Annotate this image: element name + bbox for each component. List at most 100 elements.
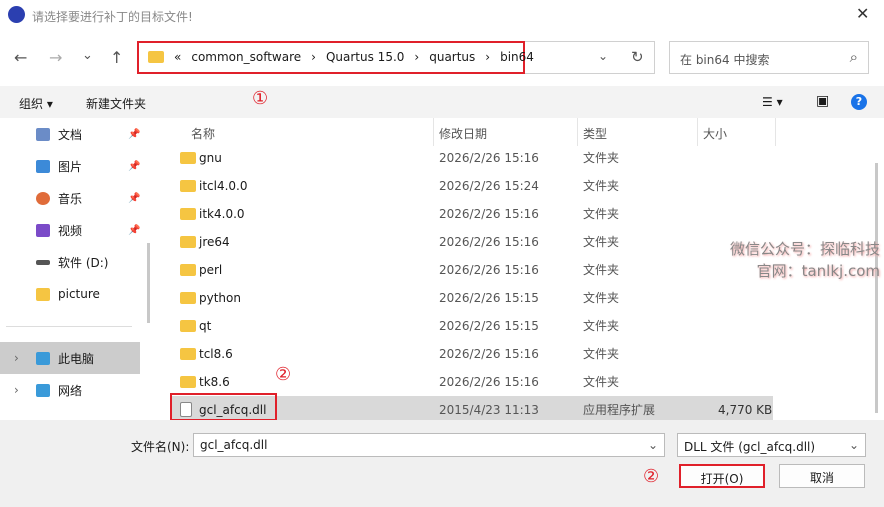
- file-type: 文件夹: [583, 375, 620, 389]
- file-type: 文件夹: [583, 151, 620, 165]
- column-header-name[interactable]: 名称: [191, 125, 215, 142]
- breadcrumb: « common_software › Quartus 15.0 › quart…: [148, 50, 534, 64]
- folder-icon: [148, 51, 164, 63]
- view-menu-button[interactable]: ☰ ▾: [762, 95, 783, 109]
- file-date: 2015/4/23 11:13: [439, 402, 539, 417]
- preview-pane-button[interactable]: ▣: [816, 93, 829, 109]
- file-type: 文件夹: [583, 291, 620, 305]
- sidebar-label: 软件 (D:): [58, 255, 109, 270]
- file-highlight: [170, 393, 277, 421]
- sidebar-item-pictures[interactable]: 图片 📌: [0, 150, 140, 182]
- sidebar-label: picture: [58, 287, 100, 301]
- file-name: tk8.6: [199, 374, 230, 389]
- crumb-bin64[interactable]: bin64: [500, 50, 534, 64]
- file-row[interactable]: qt 2026/2/26 15:15 文件夹: [170, 312, 773, 339]
- sidebar-item-network[interactable]: › 网络: [0, 374, 140, 406]
- sidebar-label: 音乐: [58, 191, 83, 206]
- crumb-overflow[interactable]: «: [174, 50, 181, 64]
- close-button[interactable]: ✕: [856, 4, 869, 23]
- cancel-button[interactable]: 取消: [779, 464, 865, 488]
- file-row[interactable]: tk8.6 2026/2/26 15:16 文件夹: [170, 368, 773, 395]
- folder-icon: [36, 287, 50, 301]
- file-date: 2026/2/26 15:16: [439, 234, 539, 249]
- navigation-pane: 文档 📌 图片 📌 音乐 📌 视频 📌 软件 (D:) picture › 此电脑 › 网络: [0, 118, 157, 420]
- annotation-3: ②: [643, 466, 660, 487]
- file-row[interactable]: jre64 2026/2/26 15:16 文件夹: [170, 228, 773, 255]
- column-header-date[interactable]: 修改日期: [439, 125, 487, 142]
- pin-icon: 📌: [128, 192, 141, 204]
- crumb-common-software[interactable]: common_software: [191, 50, 301, 64]
- dialog-footer: 文件名(N): gcl_afcq.dll ⌄ DLL 文件 (gcl_afcq.d…: [0, 420, 884, 507]
- up-button[interactable]: ↑: [110, 48, 123, 67]
- search-input[interactable]: 在 bin64 中搜索 ⌕: [669, 41, 869, 74]
- file-date: 2026/2/26 15:24: [439, 178, 539, 193]
- drive-icon: [36, 259, 50, 265]
- sidebar-item-videos[interactable]: 视频 📌: [0, 214, 140, 246]
- sidebar-scrollbar[interactable]: [147, 243, 150, 323]
- address-dropdown[interactable]: ⌄: [598, 49, 608, 63]
- file-size: 4,770 KB: [718, 402, 773, 417]
- sidebar-item-picture-folder[interactable]: picture: [0, 278, 140, 310]
- sidebar-item-music[interactable]: 音乐 📌: [0, 182, 140, 214]
- sidebar-label: 文档: [58, 127, 83, 142]
- filename-input[interactable]: gcl_afcq.dll ⌄: [193, 433, 665, 457]
- forward-button[interactable]: →: [49, 48, 62, 67]
- sidebar-item-this-pc[interactable]: › 此电脑: [0, 342, 140, 374]
- expand-icon[interactable]: ›: [14, 383, 19, 397]
- annotation-1: ①: [252, 88, 269, 109]
- file-type-select[interactable]: DLL 文件 (gcl_afcq.dll) ⌄: [677, 433, 866, 457]
- organize-button[interactable]: 组织 ▾: [19, 95, 53, 112]
- music-icon: [36, 191, 50, 205]
- file-row[interactable]: tcl8.6 2026/2/26 15:16 文件夹: [170, 340, 773, 367]
- annotation-2: ②: [275, 364, 292, 385]
- folder-icon: [180, 151, 196, 164]
- folder-icon: [180, 319, 196, 332]
- file-row[interactable]: gnu 2026/2/26 15:16 文件夹: [170, 144, 773, 171]
- file-row[interactable]: gcl_afcq.dll 2015/4/23 11:13 应用程序扩展 4,77…: [170, 393, 773, 423]
- expand-icon[interactable]: ›: [14, 351, 19, 365]
- crumb-separator[interactable]: ›: [414, 50, 419, 64]
- pin-icon: 📌: [128, 160, 141, 172]
- file-row[interactable]: perl 2026/2/26 15:16 文件夹: [170, 256, 773, 283]
- picture-icon: [36, 159, 50, 173]
- file-row[interactable]: itcl4.0.0 2026/2/26 15:24 文件夹: [170, 172, 773, 199]
- file-type-value: DLL 文件 (gcl_afcq.dll): [684, 440, 816, 454]
- sidebar-label: 此电脑: [58, 351, 95, 366]
- file-name: perl: [199, 262, 223, 277]
- back-button[interactable]: ←: [14, 48, 27, 67]
- search-icon: ⌕: [849, 48, 858, 66]
- refresh-button[interactable]: ↻: [631, 48, 644, 66]
- video-icon: [36, 223, 50, 237]
- help-button[interactable]: ?: [851, 94, 867, 110]
- file-name: itk4.0.0: [199, 206, 245, 221]
- sidebar-item-documents[interactable]: 文档 📌: [0, 118, 140, 150]
- open-button[interactable]: 打开(O): [679, 464, 765, 488]
- crumb-separator[interactable]: ›: [311, 50, 316, 64]
- file-name: gnu: [199, 150, 222, 165]
- recent-locations-button[interactable]: ⌄: [82, 48, 93, 63]
- file-row[interactable]: python 2026/2/26 15:15 文件夹: [170, 284, 773, 311]
- folder-icon: [180, 375, 196, 388]
- app-icon: [8, 6, 25, 23]
- new-folder-button[interactable]: 新建文件夹: [86, 95, 146, 112]
- file-type: 文件夹: [583, 207, 620, 221]
- file-name: qt: [199, 318, 212, 333]
- crumb-quartus-15[interactable]: Quartus 15.0: [326, 50, 404, 64]
- search-placeholder: 在 bin64 中搜索: [680, 53, 770, 67]
- crumb-quartus[interactable]: quartus: [429, 50, 475, 64]
- column-header-type[interactable]: 类型: [583, 125, 607, 142]
- file-date: 2026/2/26 15:15: [439, 318, 539, 333]
- column-header-size[interactable]: 大小: [703, 125, 727, 142]
- file-row[interactable]: itk4.0.0 2026/2/26 15:16 文件夹: [170, 200, 773, 227]
- pin-icon: 📌: [128, 224, 141, 236]
- folder-icon: [180, 235, 196, 248]
- file-name: jre64: [199, 234, 230, 249]
- file-date: 2026/2/26 15:15: [439, 290, 539, 305]
- file-list-scrollbar[interactable]: [875, 163, 878, 413]
- crumb-separator[interactable]: ›: [485, 50, 490, 64]
- folder-icon: [180, 347, 196, 360]
- folder-icon: [180, 263, 196, 276]
- file-date: 2026/2/26 15:16: [439, 206, 539, 221]
- watermark-line: 官网：tanlkj.com: [756, 262, 880, 280]
- sidebar-item-drive-d[interactable]: 软件 (D:): [0, 246, 140, 278]
